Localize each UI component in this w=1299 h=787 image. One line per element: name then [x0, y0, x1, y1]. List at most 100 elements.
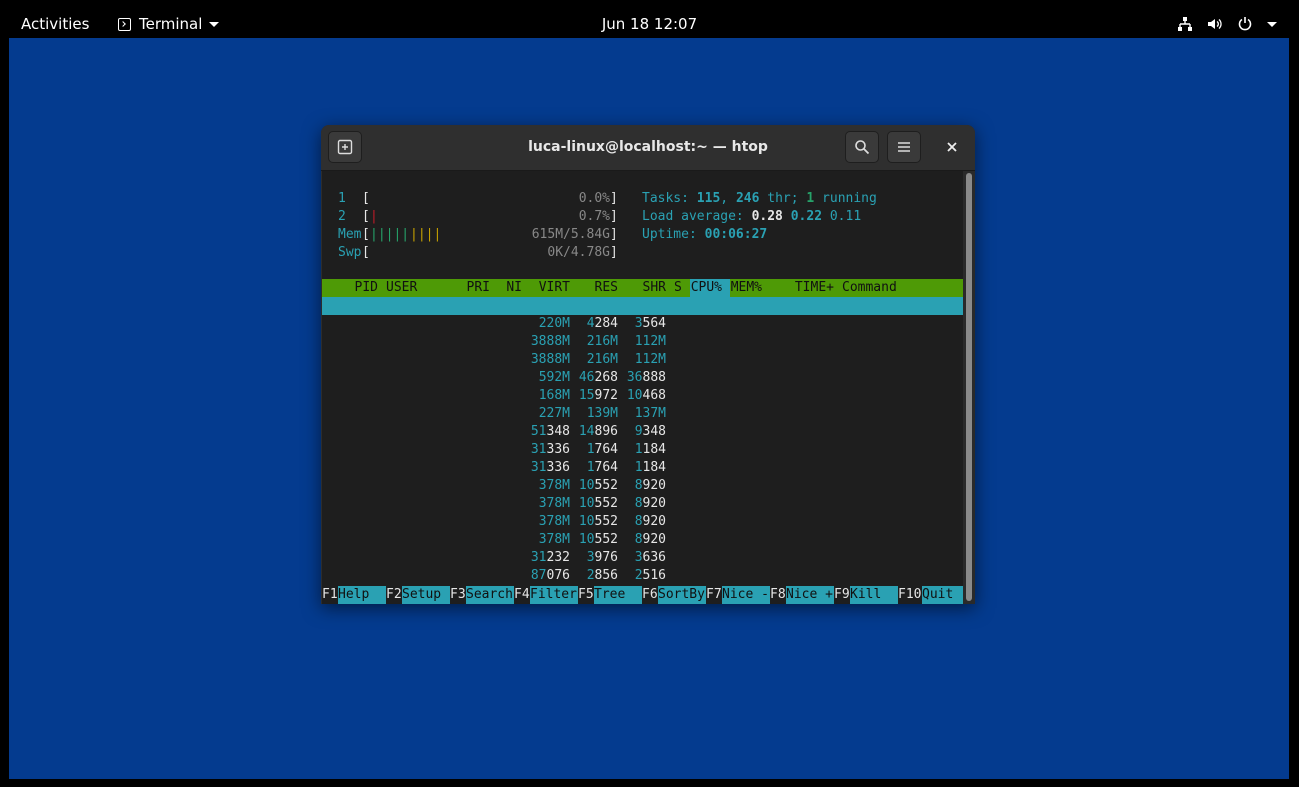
table-row[interactable]: 51348 14896 9348 [322, 423, 963, 441]
table-row[interactable]: 592M 46268 36888 [322, 369, 963, 387]
table-row[interactable]: 378M 10552 8920 [322, 495, 963, 513]
cell-cpu [682, 315, 722, 333]
mem-value-high: 14 [578, 424, 595, 439]
fkey-f8[interactable]: F8 [770, 586, 786, 604]
cell-virt: 378M [522, 513, 570, 531]
fkey-label[interactable]: Help [338, 586, 386, 604]
cell-shr [618, 297, 666, 315]
scrollbar-thumb[interactable] [966, 173, 972, 601]
cell-pri [458, 495, 490, 513]
function-key-bar: F1 Help F2 Setup F3 Search F4 Filter F5 Tree F6… [322, 586, 963, 604]
cell-res: 10552 [570, 531, 618, 549]
fkey-f7[interactable]: F7 [706, 586, 722, 604]
cell-pri [458, 567, 490, 585]
cell-pri [458, 315, 490, 333]
fkey-label[interactable]: Quit [922, 586, 963, 604]
cell-user [386, 495, 466, 513]
table-row[interactable]: 31232 3976 3636 [322, 549, 963, 567]
process-table-header[interactable]: PID USER PRI NI VIRT RES SHR S CPU% MEM% TIME+ Comm… [322, 279, 963, 297]
mem-value: 139M [586, 406, 618, 421]
cell-cmd [842, 549, 963, 567]
cell-shr: 137M [618, 405, 666, 423]
cell-shr: 3636 [618, 549, 666, 567]
search-button[interactable] [845, 131, 879, 163]
cell-res: 10552 [570, 495, 618, 513]
mem-value-low: 764 [594, 442, 618, 457]
table-row[interactable]: 31336 1764 1184 [322, 441, 963, 459]
mem-value-high: 9 [634, 424, 643, 439]
scrollbar[interactable] [963, 171, 975, 604]
menu-button[interactable] [887, 131, 921, 163]
fkey-f3[interactable]: F3 [450, 586, 466, 604]
cell-time [762, 405, 834, 423]
mem-value: 3888M [530, 334, 570, 349]
mem-value-high: 3 [634, 550, 643, 565]
cell-mem [722, 567, 762, 585]
cell-time [762, 513, 834, 531]
column-header-cpu: CPU% [690, 280, 722, 295]
fkey-label[interactable]: Filter [530, 586, 578, 604]
cell-ni [490, 459, 522, 477]
close-button[interactable] [935, 131, 969, 163]
cell-virt: 31336 [522, 441, 570, 459]
fkey-label[interactable]: Nice - [722, 586, 770, 604]
mem-value-high: 10 [626, 388, 643, 403]
fkey-label[interactable]: Setup [402, 586, 450, 604]
cell-cmd [842, 315, 963, 333]
cell-user [386, 333, 466, 351]
fkey-f2[interactable]: F2 [386, 586, 402, 604]
cell-virt: 168M [522, 387, 570, 405]
cell-cpu [682, 405, 722, 423]
cell-cpu [682, 567, 722, 585]
fkey-f9[interactable]: F9 [834, 586, 850, 604]
mem-value-high: 1 [634, 460, 643, 475]
fkey-label[interactable]: Search [466, 586, 514, 604]
cell-res: 2856 [570, 567, 618, 585]
cell-pid [322, 333, 378, 351]
cell-pri [458, 459, 490, 477]
table-row[interactable]: 220M 4284 3564 [322, 315, 963, 333]
table-row[interactable]: 3888M 216M 112M [322, 333, 963, 351]
cell-cmd [842, 441, 963, 459]
fkey-f6[interactable]: F6 [642, 586, 658, 604]
table-row[interactable]: 168M 15972 10468 [322, 387, 963, 405]
cell-cmd [842, 423, 963, 441]
table-row[interactable]: 378M 10552 8920 [322, 513, 963, 531]
fkey-label[interactable]: Kill [850, 586, 898, 604]
cell-time [762, 423, 834, 441]
cell-user [386, 549, 466, 567]
terminal-view[interactable]: 1 [ 0.0% ] 2 [ | 0.7% ] Mem [ ||||| ||||… [322, 171, 963, 604]
cell-user [386, 423, 466, 441]
table-row[interactable]: 31336 1764 1184 [322, 459, 963, 477]
hamburger-icon [898, 142, 910, 152]
table-row[interactable] [322, 297, 963, 315]
cell-ni [490, 513, 522, 531]
cell-cmd [842, 477, 963, 495]
table-row[interactable]: 378M 10552 8920 [322, 531, 963, 549]
cell-pid [322, 351, 378, 369]
table-row[interactable]: 227M 139M 137M [322, 405, 963, 423]
column-header-time: TIME+ [794, 280, 834, 295]
table-row[interactable]: 378M 10552 8920 [322, 477, 963, 495]
fkey-f5[interactable]: F5 [578, 586, 594, 604]
cell-res: 15972 [570, 387, 618, 405]
fkey-label[interactable]: Tree [594, 586, 642, 604]
cell-ni [490, 333, 522, 351]
cell-ni [490, 315, 522, 333]
mem-value-low: 552 [594, 496, 618, 511]
fkey-f10[interactable]: F10 [898, 586, 921, 604]
table-row[interactable]: 3888M 216M 112M [322, 351, 963, 369]
mem-value-low: 552 [594, 514, 618, 529]
cell-shr: 8920 [618, 495, 666, 513]
mem-value-high: 1 [634, 442, 643, 457]
mem-value-low: 284 [594, 316, 618, 331]
cell-cmd [842, 567, 963, 585]
fkey-label[interactable]: SortBy [658, 586, 706, 604]
cell-res: 1764 [570, 459, 618, 477]
table-row[interactable]: 87076 2856 2516 [322, 567, 963, 585]
mem-value-high: 31 [530, 460, 547, 475]
fkey-label[interactable]: Nice + [786, 586, 834, 604]
cell-pid [322, 459, 378, 477]
fkey-f1[interactable]: F1 [322, 586, 338, 604]
fkey-f4[interactable]: F4 [514, 586, 530, 604]
